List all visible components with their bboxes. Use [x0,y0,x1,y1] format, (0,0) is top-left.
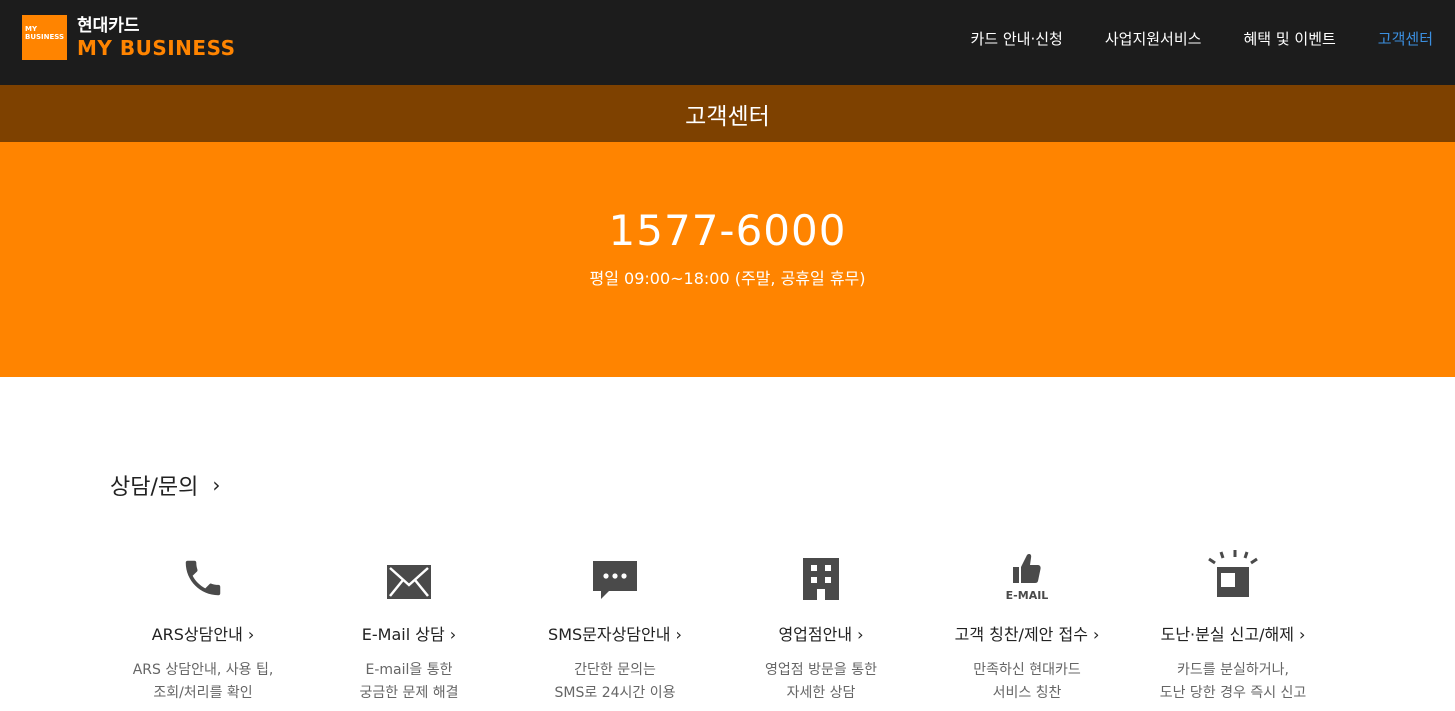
service-ars-desc: ARS 상담안내, 사용 팁, 조회/처리를 확인 [132,662,274,701]
nav-customer-center[interactable]: 고객센터 [1378,28,1433,49]
service-praise[interactable]: E-MAIL 고객 칭찬/제안 접수 › 만족하신 현대카드 서비스 칭찬 [924,541,1130,705]
page-title-bar: 고객센터 [0,85,1455,142]
service-lost-card-title: 도난·분실 신고/해제 › [1160,625,1306,644]
service-praise-title: 고객 칭찬/제안 접수 › [954,625,1100,644]
section-title-link[interactable]: 상담/문의 › [110,469,1455,501]
nav-business-support[interactable]: 사업지원서비스 [1105,28,1202,49]
service-praise-desc: 만족하신 현대카드 서비스 칭찬 [973,662,1081,701]
service-list: ARS상담안내 › ARS 상담안내, 사용 팁, 조회/처리를 확인 E-Ma… [100,541,1455,705]
envelope-icon [306,541,512,601]
email-label-text: E-MAIL [1006,589,1049,601]
thumbs-up-email-icon: E-MAIL [924,541,1130,601]
logo[interactable]: MY BUSINESS 현대카드 MY BUSINESS [22,15,236,60]
service-ars-title: ARS상담안내 › [151,625,255,644]
chevron-right-icon: › [212,473,221,497]
section-title: 상담/문의 [110,475,199,500]
logo-bottom-text: MY BUSINESS [77,35,236,60]
building-icon [718,541,924,601]
alert-card-icon [1130,541,1336,601]
site-header: MY BUSINESS 현대카드 MY BUSINESS 카드 안내·신청 사업… [0,0,1455,85]
phone-icon [100,541,306,601]
service-branch[interactable]: 영업점안내 › 영업점 방문을 통한 자세한 상담 [718,541,924,705]
logo-top-text: 현대카드 [77,15,140,36]
service-email[interactable]: E-Mail 상담 › E-mail을 통한 궁금한 문제 해결 [306,541,512,705]
hero-phone-number: 1577-6000 [608,206,847,255]
service-lost-card-desc: 카드를 분실하거나, 도난 당한 경우 즉시 신고 [1159,662,1307,701]
consultation-section: 상담/문의 › ARS상담안내 › ARS 상담안내, 사용 팁, 조회/처리를… [0,377,1455,705]
page-title: 고객센터 [685,103,770,130]
service-lost-card[interactable]: 도난·분실 신고/해제 › 카드를 분실하거나, 도난 당한 경우 즉시 신고 [1130,541,1336,705]
hero-banner: 1577-6000 평일 09:00~18:00 (주말, 공휴일 휴무) [0,142,1455,377]
hero-hours: 평일 09:00~18:00 (주말, 공휴일 휴무) [589,269,866,288]
service-sms-desc: 간단한 문의는 SMS로 24시간 이용 [554,662,676,701]
chat-bubble-icon [512,541,718,601]
service-branch-title: 영업점안내 › [778,625,864,644]
service-ars[interactable]: ARS상담안내 › ARS 상담안내, 사용 팁, 조회/처리를 확인 [100,541,306,705]
service-sms[interactable]: SMS문자상담안내 › 간단한 문의는 SMS로 24시간 이용 [512,541,718,705]
main-nav: 카드 안내·신청 사업지원서비스 혜택 및 이벤트 고객센터 [929,28,1434,49]
service-email-title: E-Mail 상담 › [361,625,457,644]
service-branch-desc: 영업점 방문을 통한 자세한 상담 [765,662,877,701]
service-sms-title: SMS문자상담안내 › [548,625,682,644]
nav-card-info[interactable]: 카드 안내·신청 [971,28,1063,49]
nav-benefits-events[interactable]: 혜택 및 이벤트 [1243,28,1335,49]
service-email-desc: E-mail을 통한 궁금한 문제 해결 [359,662,459,701]
logo-badge: MY BUSINESS [22,15,67,60]
